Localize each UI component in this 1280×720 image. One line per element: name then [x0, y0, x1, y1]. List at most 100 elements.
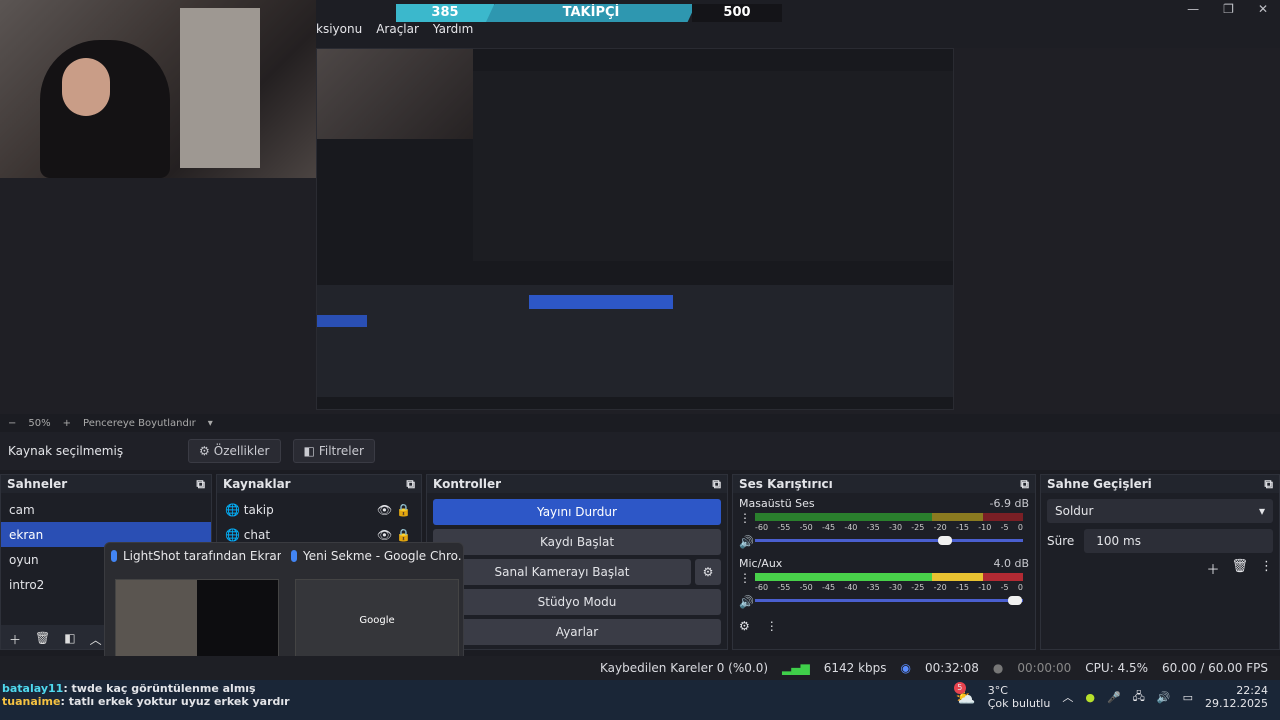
volume-fader[interactable]	[755, 599, 1023, 602]
zoom-in-button[interactable]: +	[63, 418, 71, 429]
menu-item[interactable]: Yardım	[433, 22, 473, 40]
maximize-icon[interactable]: ❐	[1223, 2, 1234, 16]
scale-tick: -5	[1000, 583, 1009, 592]
gear-icon[interactable]: ⚙	[695, 559, 721, 585]
undock-icon[interactable]: ⧉	[1020, 477, 1029, 492]
studio-mode-button[interactable]: Stüdyo Modu	[433, 589, 721, 615]
transition-select[interactable]: Soldur ▾	[1047, 499, 1273, 523]
clock[interactable]: 22:24 29.12.2025	[1205, 684, 1268, 710]
transition-actions: ＋ 🗑 ⋮	[1047, 559, 1273, 578]
minimize-icon[interactable]: —	[1187, 2, 1199, 16]
mixer-header: Ses Karıştırıcı ⧉	[733, 475, 1035, 493]
scale-tick: -35	[866, 583, 880, 592]
app-tray-icon[interactable]: ●	[1085, 691, 1095, 704]
fader-handle[interactable]	[938, 536, 953, 545]
add-icon[interactable]: ＋	[9, 631, 21, 648]
scene-transitions-dock: Sahne Geçişleri ⧉ Soldur ▾ Süre 100 ms ＋…	[1040, 474, 1280, 650]
speaker-icon[interactable]: 🔊	[1157, 691, 1171, 704]
trash-icon[interactable]: 🗑	[35, 631, 50, 648]
mixer-channel: Mic/Aux 4.0 dB ⋮ -60 -55 -50 -45 -40 -35 -30 -2…	[733, 553, 1035, 613]
scale-tick: -10	[978, 583, 992, 592]
scale-tick: -30	[888, 523, 903, 532]
screen: ksiyonu Araçlar Yardım 385 TAKİPÇİ 500 —…	[0, 0, 1280, 720]
chrome-icon	[111, 550, 117, 562]
eye-icon[interactable]: 👁	[377, 503, 392, 517]
follower-current: 385	[396, 4, 494, 22]
chevron-up-icon[interactable]: ︿	[90, 631, 102, 648]
channel-db: -6.9 dB	[989, 497, 1030, 510]
microphone-icon[interactable]: 🎤	[1107, 691, 1121, 704]
record-icon: ●	[992, 661, 1004, 675]
transitions-header: Sahne Geçişleri ⧉	[1041, 475, 1279, 493]
undock-icon[interactable]: ⧉	[406, 477, 415, 492]
scale-tick: -60	[755, 583, 769, 592]
source-toolbar: Kaynak seçilmemiş ⚙ Özellikler ◧ Filtrel…	[0, 432, 1280, 470]
controls-header: Kontroller ⧉	[427, 475, 727, 493]
stop-stream-button[interactable]: Yayını Durdur	[433, 499, 721, 525]
undock-icon[interactable]: ⧉	[712, 477, 721, 492]
network-icon[interactable]: 🖧	[1133, 688, 1145, 707]
weather-widget[interactable]: 3°C Çok bulutlu	[988, 684, 1051, 710]
source-item[interactable]: 🌐 takip 👁 🔒	[217, 497, 421, 522]
scale-tick: -5	[1000, 523, 1009, 532]
follower-goal: 500	[692, 4, 782, 22]
kebab-menu-icon[interactable]: ⋮	[1260, 559, 1273, 578]
chat-overlay: batalay11: twde kaç görüntülenme almış t…	[2, 682, 290, 708]
stream-time: 00:32:08	[925, 661, 979, 675]
kebab-menu-icon[interactable]: ⋮	[739, 511, 751, 525]
webcam-face	[62, 58, 110, 116]
scale-tick: 0	[1017, 523, 1023, 532]
channel-db: 4.0 dB	[993, 557, 1029, 570]
channel-name: Mic/Aux	[739, 557, 783, 570]
settings-button[interactable]: Ayarlar	[433, 619, 721, 645]
menu-item[interactable]: ksiyonu	[316, 22, 362, 40]
scale-tick: -40	[844, 523, 858, 532]
eye-icon[interactable]: 👁	[377, 528, 392, 542]
kebab-menu-icon[interactable]: ⋮	[766, 619, 778, 633]
kebab-menu-icon[interactable]: ⋮	[739, 571, 751, 585]
scale-tick: 0	[1017, 583, 1023, 592]
advanced-audio-icon[interactable]: ⚙	[739, 619, 750, 633]
speaker-icon[interactable]: 🔊	[739, 595, 754, 609]
record-time: 00:00:00	[1017, 661, 1072, 675]
globe-icon: 🌐	[225, 502, 244, 517]
source-status: Kaynak seçilmemiş	[8, 444, 124, 458]
fader-handle[interactable]	[1007, 596, 1022, 605]
chevron-up-icon[interactable]: ︿	[1062, 689, 1073, 705]
close-icon[interactable]: ✕	[1258, 2, 1268, 16]
mixer-actions: ⚙ ⋮	[733, 613, 1035, 639]
filter-icon[interactable]: ◧	[64, 631, 75, 648]
battery-icon[interactable]: ▭	[1183, 691, 1193, 704]
trash-icon[interactable]: 🗑	[1231, 559, 1248, 578]
zoom-value: 50%	[28, 417, 51, 429]
filters-button[interactable]: ◧ Filtreler	[292, 439, 375, 463]
fit-window-select[interactable]: Pencereye Boyutlandır	[83, 418, 196, 429]
duration-input[interactable]: 100 ms	[1084, 529, 1273, 553]
undock-icon[interactable]: ⧉	[1264, 477, 1273, 492]
scale-tick: -55	[777, 583, 791, 592]
menu-item[interactable]: Araçlar	[376, 22, 419, 40]
volume-fader[interactable]	[755, 539, 1023, 542]
speaker-icon[interactable]: 🔊	[739, 535, 754, 549]
chevron-down-icon[interactable]: ▾	[208, 418, 213, 429]
bitrate: 6142 kbps	[823, 661, 887, 675]
lock-icon[interactable]: 🔒	[396, 528, 411, 542]
window-preview[interactable]: Yeni Sekme - Google Chro... Google	[291, 549, 461, 661]
audio-mixer-dock: Ses Karıştırıcı ⧉ Masaüstü Ses -6.9 dB ⋮…	[732, 474, 1036, 650]
scale-tick: -20	[933, 523, 947, 532]
scale-tick: -10	[978, 523, 992, 532]
stream-preview[interactable]: ksiyonu Araçlar Yardım 385 TAKİPÇİ 500 —…	[0, 0, 1280, 414]
window-preview[interactable]: LightShot tarafından Ekran...	[111, 549, 281, 661]
undock-icon[interactable]: ⧉	[196, 477, 205, 492]
scene-item[interactable]: cam	[1, 497, 211, 522]
virtual-camera-button[interactable]: Sanal Kamerayı Başlat	[433, 559, 691, 585]
start-recording-button[interactable]: Kaydı Başlat	[433, 529, 721, 555]
properties-button[interactable]: ⚙ Özellikler	[188, 439, 281, 463]
captured-menu-bar: ksiyonu Araçlar Yardım	[316, 22, 473, 40]
zoom-out-button[interactable]: −	[8, 418, 16, 429]
add-icon[interactable]: ＋	[1206, 559, 1219, 578]
meter-scale: -60 -55 -50 -45 -40 -35 -30 -25 -20 -15 -10 -5 0	[755, 523, 1023, 532]
virtual-camera-row: Sanal Kamerayı Başlat ⚙	[433, 559, 721, 585]
lock-icon[interactable]: 🔒	[396, 503, 411, 517]
stream-icon: ◉	[900, 661, 911, 675]
